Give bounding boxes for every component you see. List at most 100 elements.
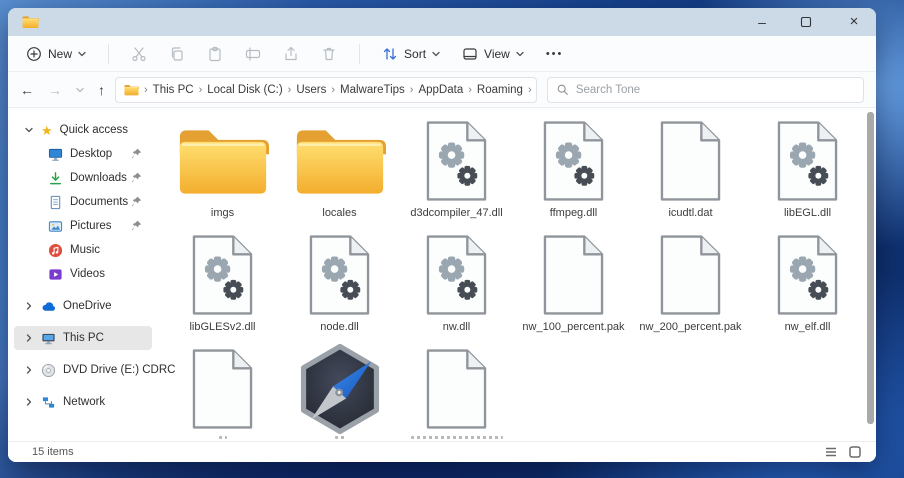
desktop-icon xyxy=(48,147,63,162)
folder-icon xyxy=(294,125,386,197)
file-tile-node[interactable]: node.dll xyxy=(281,230,398,344)
file-tile-icudtl[interactable]: icudtl.dat xyxy=(632,116,749,230)
breadcrumb-item-local-disk[interactable]: Local Disk (C:) xyxy=(207,84,282,96)
cut-icon xyxy=(131,46,147,62)
breadcrumb-item-users[interactable]: Users xyxy=(296,84,326,96)
breadcrumb[interactable]: › This PC › Local Disk (C:) › Users › Ma… xyxy=(115,76,537,103)
toolbar-divider xyxy=(359,43,361,64)
file-tile-libegl[interactable]: libEGL.dll xyxy=(749,116,866,230)
pin-icon xyxy=(131,172,142,183)
view-button-label: View xyxy=(484,46,510,61)
chevron-right-icon xyxy=(25,302,33,310)
paste-button[interactable] xyxy=(207,46,223,62)
sidebar-item-videos[interactable]: Videos xyxy=(14,262,152,286)
sidebar-item-onedrive[interactable]: OneDrive xyxy=(14,294,152,318)
chevron-down-icon xyxy=(432,50,440,58)
sidebar-item-label: Network xyxy=(63,396,106,408)
file-tile-libglesv2[interactable]: libGLESv2.dll xyxy=(164,230,281,344)
document-icon xyxy=(48,195,63,210)
recent-locations-chevron-icon[interactable] xyxy=(76,86,84,94)
sort-button-label: Sort xyxy=(404,46,427,61)
sort-button[interactable]: Sort xyxy=(382,46,440,62)
file-label: imgs xyxy=(210,207,235,219)
sidebar-item-label: Documents xyxy=(70,196,129,208)
breadcrumb-item-roaming[interactable]: Roaming xyxy=(477,84,523,96)
dll-file-icon xyxy=(425,233,488,317)
breadcrumb-item-this-pc[interactable]: This PC xyxy=(153,84,194,96)
maximize-icon xyxy=(800,16,812,28)
file-tile-d3dcompiler[interactable]: d3dcompiler_47.dll xyxy=(398,116,515,230)
address-bar: ← → ↑ › This PC › Local Disk (C:) › User… xyxy=(8,72,876,108)
download-icon xyxy=(48,171,63,186)
close-button[interactable]: × xyxy=(846,14,862,30)
file-tile-nw-200-percent[interactable]: nw_200_percent.pak xyxy=(632,230,749,344)
title-bar[interactable]: – × xyxy=(8,8,876,36)
breadcrumb-item-appdata[interactable]: AppData xyxy=(418,84,463,96)
file-icon xyxy=(425,347,488,431)
paste-icon xyxy=(207,46,223,62)
file-tile-ffmpeg[interactable]: ffmpeg.dll xyxy=(515,116,632,230)
this-pc-icon xyxy=(41,331,56,346)
maximize-button[interactable] xyxy=(800,16,816,28)
file-tile-nw-elf[interactable]: nw_elf.dll xyxy=(749,230,866,344)
delete-button[interactable] xyxy=(321,46,337,62)
sidebar-item-music[interactable]: Music xyxy=(14,238,152,262)
copy-button[interactable] xyxy=(169,46,185,62)
breadcrumb-separator: › xyxy=(198,83,203,96)
file-icon xyxy=(659,119,722,203)
vertical-scrollbar[interactable] xyxy=(867,112,874,437)
file-tile-locales[interactable]: locales xyxy=(281,116,398,230)
back-button[interactable]: ← xyxy=(20,82,34,98)
file-label: nw_200_percent.pak xyxy=(639,321,742,333)
sidebar-item-this-pc[interactable]: This PC xyxy=(14,326,152,350)
file-tile-imgs[interactable]: imgs xyxy=(164,116,281,230)
sidebar-item-desktop[interactable]: Desktop xyxy=(14,142,152,166)
chevron-right-icon xyxy=(25,398,33,406)
chevron-down-icon xyxy=(25,126,33,134)
details-view-icon[interactable] xyxy=(824,445,838,459)
sort-arrows-icon xyxy=(382,46,398,62)
cut-button[interactable] xyxy=(131,46,147,62)
breadcrumb-item-malwaretips[interactable]: MalwareTips xyxy=(340,84,405,96)
trash-icon xyxy=(321,46,337,62)
file-label: d3dcompiler_47.dll xyxy=(410,207,503,219)
new-button[interactable]: New xyxy=(26,46,86,62)
sidebar-item-quick-access[interactable]: ★ Quick access xyxy=(14,118,152,142)
pin-icon xyxy=(131,196,142,207)
pictures-icon xyxy=(48,219,63,234)
sidebar-item-network[interactable]: Network xyxy=(14,390,152,414)
rename-icon xyxy=(245,46,261,62)
forward-button[interactable]: → xyxy=(48,82,62,98)
sidebar-item-documents[interactable]: Documents xyxy=(14,190,152,214)
search-input[interactable] xyxy=(575,83,855,96)
file-tile[interactable] xyxy=(398,344,515,441)
file-tile[interactable] xyxy=(164,344,281,441)
up-button[interactable]: ↑ xyxy=(98,82,105,98)
sidebar-item-downloads[interactable]: Downloads xyxy=(14,166,152,190)
star-icon: ★ xyxy=(41,122,53,138)
new-plus-icon xyxy=(26,46,42,62)
file-label: nw.dll xyxy=(442,321,471,333)
file-tile-nw[interactable]: nw.dll xyxy=(398,230,515,344)
videos-icon xyxy=(48,267,63,282)
sidebar-item-label: Downloads xyxy=(70,172,127,184)
file-tile-nwjs-app[interactable] xyxy=(281,344,398,441)
rename-button[interactable] xyxy=(245,46,261,62)
large-icons-view-icon[interactable] xyxy=(848,445,862,459)
music-icon xyxy=(48,243,63,258)
chevron-right-icon xyxy=(25,334,33,342)
view-button[interactable]: View xyxy=(462,46,524,62)
file-label: node.dll xyxy=(320,321,359,333)
sidebar-item-pictures[interactable]: Pictures xyxy=(14,214,152,238)
breadcrumb-separator: › xyxy=(287,83,292,96)
share-button[interactable] xyxy=(283,46,299,62)
scrollbar-thumb[interactable] xyxy=(867,112,874,424)
sidebar-item-label: Music xyxy=(70,244,101,256)
more-options-button[interactable]: ••• xyxy=(546,48,564,60)
pin-icon xyxy=(131,220,142,231)
file-tile-nw-100-percent[interactable]: nw_100_percent.pak xyxy=(515,230,632,344)
view-icon xyxy=(462,46,478,62)
search-box[interactable] xyxy=(546,76,864,103)
sidebar-item-dvd-drive[interactable]: DVD Drive (E:) CDRC xyxy=(14,358,175,382)
minimize-button[interactable]: – xyxy=(754,14,770,30)
